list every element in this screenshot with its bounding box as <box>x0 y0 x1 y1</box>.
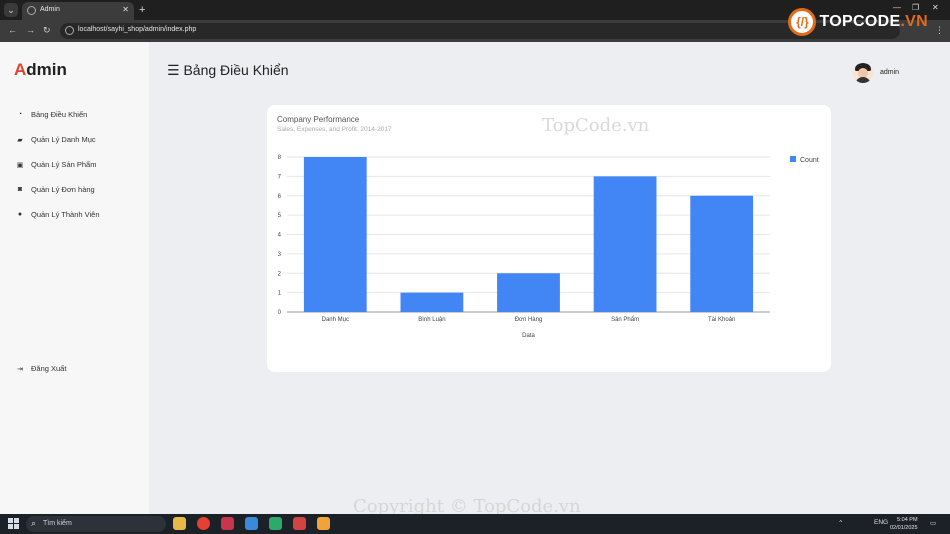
sign-out-icon: ⇥ <box>17 365 23 373</box>
bar <box>303 157 367 312</box>
sidebar-item-label: Bảng Điều Khiển <box>31 110 88 119</box>
url-text[interactable]: localhost/sayhi_shop/admin/index.php <box>78 26 196 33</box>
y-tick-label: 1 <box>278 291 282 297</box>
bar <box>690 195 754 312</box>
chart-card: 0 1 2 3 4 5 6 7 8 Danh Mục Bình Luận Đơn Hàng Sản Ph… <box>267 105 831 372</box>
y-tick-label: 5 <box>278 213 282 219</box>
bar <box>400 292 464 312</box>
page-title: ☰ Bảng Điều Khiển <box>167 62 289 79</box>
browser-tab[interactable]: Admin ✕ <box>22 2 134 20</box>
chevron-up-icon[interactable]: ⌃ <box>838 519 843 527</box>
back-icon[interactable]: ← <box>8 25 17 35</box>
hamburger-icon[interactable]: ☰ <box>167 62 180 78</box>
topcode-logo: {/} TOPCODE.VN <box>788 8 928 36</box>
x-tick-label: Bình Luận <box>418 317 445 323</box>
sidebar-item-label: Quản Lý Đơn hàng <box>31 185 95 194</box>
app-icon[interactable] <box>221 517 234 530</box>
sidebar-item-label: Đăng Xuất <box>31 364 67 373</box>
logo-text: TOPCODE <box>819 13 901 30</box>
menu-kebab-icon[interactable]: ⋮ <box>935 25 944 36</box>
logo-suffix: .VN <box>900 13 928 30</box>
legend-label: Count <box>800 157 819 164</box>
app-icon[interactable] <box>269 517 282 530</box>
clock[interactable]: 5:04 PM 02/01/2025 <box>890 516 918 532</box>
chart-title: Company Performance <box>277 115 360 124</box>
clock-time: 5:04 PM <box>897 517 918 523</box>
windows-start-icon[interactable] <box>8 518 19 529</box>
topcode-logo-icon: {/} <box>788 8 817 36</box>
shopping-bag-icon: ◙ <box>17 186 23 193</box>
y-tick-label: 6 <box>278 194 282 200</box>
taskbar: ⌕ Tìm kiếm ⌃ ENG 5:04 PM 02/01/2025 ▭ <box>0 514 950 534</box>
globe-icon <box>27 6 36 15</box>
tab-title: Admin <box>40 6 60 13</box>
chrome-icon[interactable] <box>197 517 210 530</box>
close-window-icon[interactable]: ✕ <box>932 3 939 12</box>
brand-first-letter: A <box>14 60 27 79</box>
search-icon: ⌕ <box>31 518 37 528</box>
y-tick-label: 7 <box>278 174 282 180</box>
tab-close-icon[interactable]: ✕ <box>122 5 129 14</box>
forward-icon[interactable]: → <box>26 25 35 35</box>
tachometer-icon: ◔ <box>17 111 23 118</box>
y-tick-label: 0 <box>278 310 282 316</box>
app-icon[interactable] <box>245 517 258 530</box>
legend-swatch <box>790 156 796 162</box>
reload-icon[interactable]: ↻ <box>43 25 51 36</box>
sidebar-item-logout[interactable]: ⇥ Đăng Xuất <box>16 364 66 373</box>
app-icon[interactable] <box>293 517 306 530</box>
address-bar[interactable]: localhost/sayhi_shop/admin/index.php <box>60 23 900 39</box>
clock-date: 02/01/2025 <box>890 525 918 531</box>
folder-plus-icon: ▣ <box>16 161 24 169</box>
sidebar-item-label: Quản Lý Danh Mục <box>31 135 96 144</box>
y-tick-label: 8 <box>278 155 282 161</box>
new-tab-button[interactable]: + <box>139 3 145 17</box>
x-tick-label: Đơn Hàng <box>515 317 543 323</box>
notification-icon[interactable]: ▭ <box>930 519 936 527</box>
x-tick-label: Tài Khoản <box>708 317 735 323</box>
search-placeholder: Tìm kiếm <box>43 520 72 527</box>
site-info-icon[interactable] <box>65 26 74 35</box>
x-axis-label: Data <box>522 333 535 339</box>
sidebar-item-label: Quản Lý Thành Viên <box>31 210 100 219</box>
watermark-text: TopCode.vn <box>542 115 650 136</box>
sidebar-item-label: Quản Lý Sản Phẩm <box>31 160 97 169</box>
folder-open-icon: ▰ <box>17 136 23 144</box>
y-tick-label: 2 <box>278 271 282 277</box>
tab-list-button[interactable]: ⌄ <box>4 3 18 17</box>
y-tick-label: 4 <box>278 233 282 239</box>
page-title-text: Bảng Điều Khiển <box>183 62 289 78</box>
bar <box>497 273 560 312</box>
sidebar-item-categories[interactable]: ▰ Quản Lý Danh Mục <box>16 135 96 144</box>
sidebar-item-members[interactable]: ● Quản Lý Thành Viên <box>16 210 100 219</box>
y-tick-label: 3 <box>278 252 282 258</box>
avatar[interactable] <box>853 63 873 83</box>
brand-logo[interactable]: Admin <box>14 60 67 80</box>
sidebar: Admin ◔ Bảng Điều Khiển ▰ Quản Lý Danh M… <box>0 42 149 514</box>
brand-rest: dmin <box>26 60 67 79</box>
bar <box>593 176 657 312</box>
page: Admin ◔ Bảng Điều Khiển ▰ Quản Lý Danh M… <box>0 42 950 517</box>
user-icon: ● <box>17 211 23 218</box>
chart-subtitle: Sales, Expenses, and Profit: 2014-2017 <box>277 126 392 133</box>
sidebar-item-products[interactable]: ▣ Quản Lý Sản Phẩm <box>16 160 97 169</box>
taskbar-search[interactable]: ⌕ Tìm kiếm <box>26 516 166 532</box>
sidebar-item-orders[interactable]: ◙ Quản Lý Đơn hàng <box>16 185 95 194</box>
x-tick-label: Danh Mục <box>322 317 349 323</box>
bar-chart: 0 1 2 3 4 5 6 7 8 Danh Mục Bình Luận Đơn Hàng Sản Ph… <box>278 155 819 339</box>
app-icon[interactable] <box>317 517 330 530</box>
sidebar-item-dashboard[interactable]: ◔ Bảng Điều Khiển <box>16 110 87 119</box>
file-explorer-icon[interactable] <box>173 517 186 530</box>
language-indicator[interactable]: ENG <box>874 519 888 526</box>
username[interactable]: admin <box>880 69 899 76</box>
x-tick-label: Sản Phẩm <box>611 316 639 323</box>
